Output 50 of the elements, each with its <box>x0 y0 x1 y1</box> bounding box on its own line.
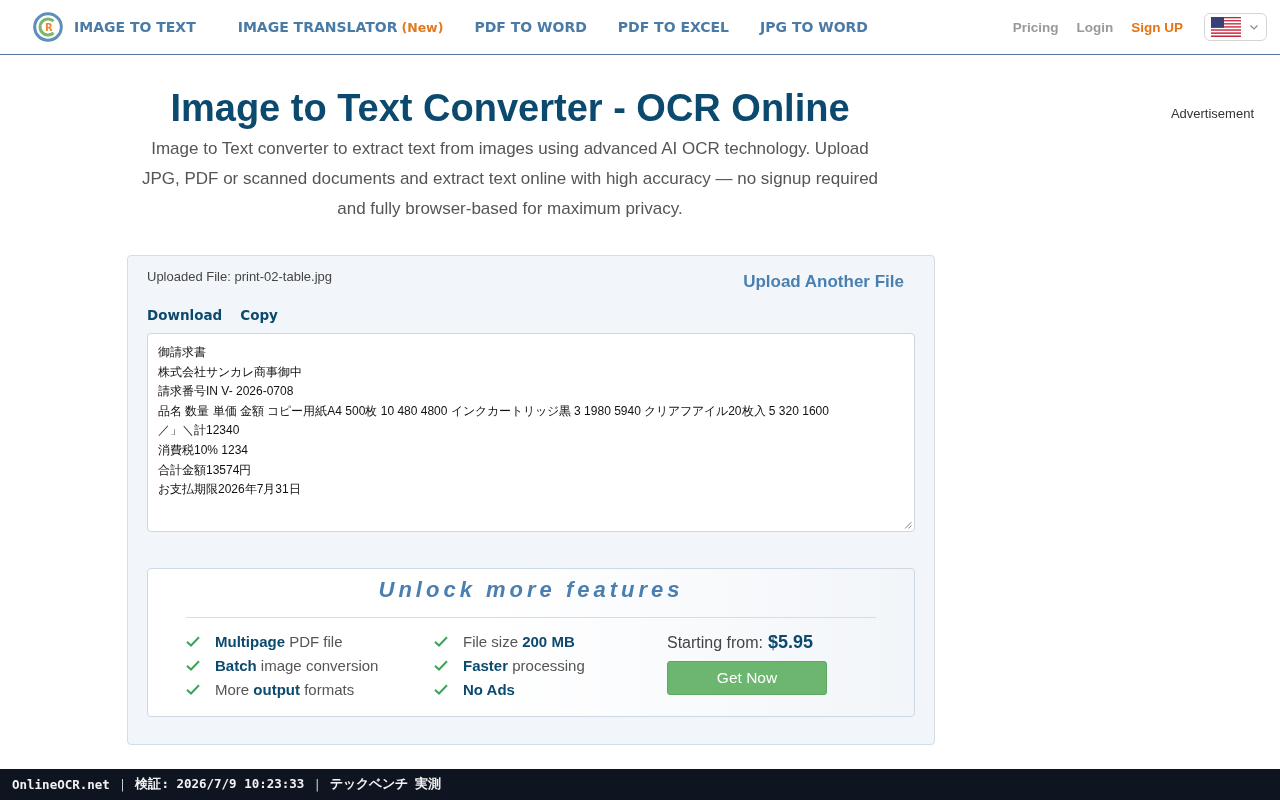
ocr-text-line: 消費税10% 1234 <box>158 441 249 459</box>
check-icon <box>434 635 448 647</box>
feature-text: More output formats <box>215 680 355 698</box>
us-flag-icon <box>1211 17 1241 37</box>
ocr-text-line: 御請求書 <box>158 344 206 361</box>
check-icon <box>434 659 448 671</box>
nav-link[interactable]: IMAGE TRANSLATOR (New) <box>237 19 444 35</box>
logo-icon: R <box>33 12 63 42</box>
signup-link[interactable]: Sign UP <box>1131 19 1183 35</box>
feature-text: Multipage PDF file <box>215 632 343 650</box>
account-link[interactable]: Pricing <box>1012 19 1059 35</box>
ocr-text-line: お支払期限2026年7月31日 <box>158 481 301 499</box>
action-link[interactable]: Download <box>147 306 223 324</box>
ocr-text-line: ／」＼計12340 <box>158 422 240 440</box>
uploaded-file-label: Uploaded File: print-02-table.jpg <box>147 269 332 285</box>
account-link[interactable]: Login <box>1076 19 1114 35</box>
check-icon <box>434 683 448 695</box>
language-selector[interactable] <box>1204 13 1267 41</box>
status-text: テックベンチ 実測 <box>329 776 442 793</box>
check-icon <box>186 659 200 671</box>
check-icon <box>186 683 200 695</box>
upload-another-link[interactable]: Upload Another File <box>743 272 904 292</box>
nav-link[interactable]: PDF TO WORD <box>474 19 587 35</box>
check-icon <box>186 635 200 647</box>
nav-link[interactable]: PDF TO EXCEL <box>617 19 730 35</box>
feature-text: No Ads <box>463 680 515 698</box>
feature-text: Faster processing <box>463 656 585 674</box>
status-text: 検証: 2026/7/9 10:23:33 <box>135 776 305 793</box>
ocr-text-line: 株式会社サンカレ商事御中 <box>158 363 302 381</box>
advertisement-label: Advertisement <box>1170 106 1254 122</box>
separator: | <box>118 777 127 792</box>
get-now-button[interactable]: Get Now <box>667 661 827 695</box>
price-label: Starting from: <box>667 634 764 652</box>
upgrade-title: Unlock more features <box>377 576 685 604</box>
ocr-text-field[interactable]: 御請求書 株式会社サンカレ商事御中 請求番号IN V- 2026-0708 品名 数量 単価 金額 コピー用紙A4 500枚 10 480 4800 インクカートリッジ黒 3 1980 5940 クリアフアイル20枚入 5 320 1600 ／」＼計12340 消費税10% 1234 合計金額13574円 お支払期限2026年7月31日 <box>147 333 915 532</box>
feature-text: File size 200 MB <box>463 632 575 650</box>
ocr-text-line: 品名 数量 単価 金額 コピー用紙A4 500枚 10 480 4800 インクカートリッジ黒 3 1980 5940 クリアフアイル20枚入 5 320 1600 <box>158 402 829 420</box>
chevron-down-icon <box>1250 24 1258 30</box>
action-link[interactable]: Copy <box>240 306 278 324</box>
ocr-text-line: 請求番号IN V- 2026-0708 <box>158 383 294 401</box>
page-title: Image to Text Converter - OCR Online <box>169 87 851 129</box>
ocr-text-line: 合計金額13574円 <box>158 461 252 479</box>
status-text: OnlineOCR.net <box>12 777 110 792</box>
nav-link[interactable]: JPG TO WORD <box>760 19 868 35</box>
resize-grip-icon[interactable] <box>904 521 912 529</box>
price-value: $5.95 <box>768 632 814 653</box>
separator: | <box>313 777 321 792</box>
brand-link[interactable]: IMAGE TO TEXT <box>74 19 196 35</box>
page-description: Image to Text converter to extract text from images using advanced AI OCR technology. Upload JPG, PDF or scanned documents and extract text online with high accuracy — no signup required and fully browser-based for maximum privacy. <box>140 138 880 220</box>
feature-text: Batch image conversion <box>215 656 379 674</box>
